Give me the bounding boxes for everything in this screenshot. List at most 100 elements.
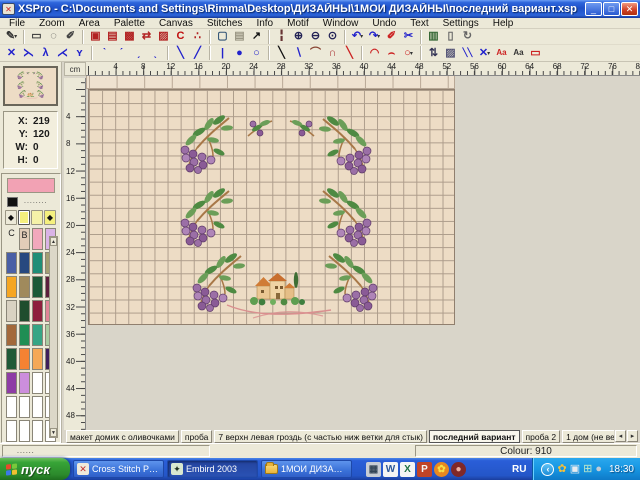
- copy-motif-button[interactable]: ▣: [87, 29, 104, 44]
- palette-swatch[interactable]: [19, 252, 30, 274]
- backstitch-right-button[interactable]: ╱: [189, 46, 206, 61]
- palette-swatch[interactable]: [32, 252, 43, 274]
- current-color-bar[interactable]: [7, 178, 55, 193]
- undo-button[interactable]: ↶▾: [349, 29, 366, 44]
- language-indicator[interactable]: RU: [512, 464, 526, 475]
- edit-pencil-button[interactable]: ✐: [62, 29, 79, 44]
- yellow-marker-pale-button[interactable]: [31, 210, 43, 225]
- icq-tray-icon[interactable]: ✿: [557, 464, 566, 475]
- tab-4[interactable]: последний вариант: [429, 430, 520, 443]
- task-button-1[interactable]: ✕Cross Stitch Pro...: [73, 460, 164, 478]
- palette-swatch[interactable]: [32, 324, 43, 346]
- palette-swatch[interactable]: [19, 372, 30, 394]
- zoom-in-button[interactable]: ⊕: [290, 29, 307, 44]
- palette-swatch[interactable]: [32, 396, 43, 418]
- menu-item-file[interactable]: File: [2, 18, 32, 29]
- rotate-motif-button[interactable]: C: [172, 29, 189, 44]
- full-cross-stitch-button[interactable]: ✕: [3, 46, 20, 61]
- minimize-button[interactable]: _: [585, 2, 602, 16]
- palette-swatch[interactable]: [32, 276, 43, 298]
- tab-2[interactable]: проба: [181, 430, 212, 443]
- text-tool-button[interactable]: Aa: [510, 46, 527, 61]
- black-color-swatch[interactable]: [7, 197, 18, 207]
- start-button[interactable]: пуск: [0, 458, 70, 480]
- export-image-button[interactable]: ▥: [425, 29, 442, 44]
- powerpoint-icon[interactable]: P: [417, 462, 432, 477]
- palette-swatch[interactable]: [32, 372, 43, 394]
- redo-button[interactable]: ↷▾: [366, 29, 383, 44]
- palette-scrollbar[interactable]: ▲ ▼: [49, 236, 58, 438]
- palette-swatch[interactable]: [32, 420, 43, 442]
- tab-5[interactable]: проба 2: [522, 430, 561, 443]
- palette-swatch[interactable]: [6, 348, 17, 370]
- menu-item-stitches[interactable]: Stitches: [200, 18, 250, 29]
- tray-chevron-icon[interactable]: ‹: [541, 463, 554, 476]
- palette-swatch[interactable]: [19, 420, 30, 442]
- palette-swatch[interactable]: [6, 372, 17, 394]
- lay-thread-button[interactable]: ╲╲: [459, 46, 476, 61]
- scatter-stitches-button[interactable]: ∴: [189, 29, 206, 44]
- palette-swatch[interactable]: [6, 300, 17, 322]
- palette-swatch[interactable]: [32, 228, 43, 250]
- zoom-out-button[interactable]: ⊖: [307, 29, 324, 44]
- rect-select-button[interactable]: ▭: [28, 29, 45, 44]
- circle-outline-button[interactable]: ○▾: [400, 46, 417, 61]
- half-stitch-4-button[interactable]: ʏ: [71, 46, 88, 61]
- palette-swatch[interactable]: [19, 396, 30, 418]
- half-stitch-1-button[interactable]: ⋋: [20, 46, 37, 61]
- text-tool-red-button[interactable]: Aa: [493, 46, 510, 61]
- straight-red-button[interactable]: ╲: [341, 46, 358, 61]
- menu-item-settings[interactable]: Settings: [436, 18, 486, 29]
- fabric-pattern-button[interactable]: ▨: [442, 46, 459, 61]
- thick-backstitch-button[interactable]: ╲: [273, 46, 290, 61]
- petite-stitch-1-button[interactable]: ˋ: [96, 46, 113, 61]
- messenger-tray-icon[interactable]: ▣: [570, 464, 580, 475]
- knot-on-yellow-button[interactable]: ◆: [44, 210, 56, 225]
- half-stitch-3-button[interactable]: ⋌: [54, 46, 71, 61]
- menu-item-palette[interactable]: Palette: [107, 18, 152, 29]
- print-button[interactable]: ▤: [231, 29, 248, 44]
- color-pick-button[interactable]: ✐: [383, 29, 400, 44]
- menu-item-zoom[interactable]: Zoom: [32, 18, 72, 29]
- tab-scroll-right-icon[interactable]: ▸: [627, 430, 638, 442]
- mirror-motif-button[interactable]: ▨: [155, 29, 172, 44]
- tab-1[interactable]: макет домик с оливочками: [66, 430, 179, 443]
- word-icon[interactable]: W: [383, 462, 398, 477]
- palette-swatch[interactable]: [6, 396, 17, 418]
- player-icon[interactable]: ●: [451, 462, 466, 477]
- yellow-marker-selected-button[interactable]: [18, 210, 30, 225]
- update-shield-icon[interactable]: ⊞: [583, 464, 592, 475]
- maximize-button[interactable]: □: [603, 2, 620, 16]
- palette-swatch[interactable]: [6, 276, 17, 298]
- palette-swatch[interactable]: [32, 348, 43, 370]
- draw-tool-button[interactable]: ✎▾: [3, 29, 20, 44]
- palette-swatch[interactable]: [32, 300, 43, 322]
- french-knot-button[interactable]: ◆: [5, 210, 17, 225]
- petite-stitch-2-button[interactable]: ˊ: [113, 46, 130, 61]
- tab-3[interactable]: 7 верхн левая гроздь (с частью ниж ветки…: [214, 430, 427, 443]
- menu-item-info[interactable]: Info: [249, 18, 280, 29]
- menu-item-window[interactable]: Window: [316, 18, 366, 29]
- vertical-stitch-button[interactable]: |: [214, 46, 231, 61]
- close-button[interactable]: ✕: [621, 2, 638, 16]
- menu-item-text[interactable]: Text: [403, 18, 435, 29]
- cut-stitches-button[interactable]: ✂: [400, 29, 417, 44]
- task-button-3[interactable]: 1МОИ ДИЗАЙНЫ: [261, 460, 352, 478]
- pointer-button[interactable]: ↗: [248, 29, 265, 44]
- bead-open-button[interactable]: ○: [248, 46, 265, 61]
- bead-filled-button[interactable]: ●: [231, 46, 248, 61]
- palette-swatch[interactable]: [6, 420, 17, 442]
- backstitch-left-button[interactable]: ╲: [172, 46, 189, 61]
- petite-stitch-3-button[interactable]: ˏ: [130, 46, 147, 61]
- palette-scroll-down-icon[interactable]: ▼: [50, 428, 57, 437]
- crop-motif-button[interactable]: ▩: [121, 29, 138, 44]
- zoom-fit-button[interactable]: ⊙: [324, 29, 341, 44]
- palette-scroll-up-icon[interactable]: ▲: [50, 237, 57, 246]
- tab-scroll-left-icon[interactable]: ◂: [615, 430, 626, 442]
- stitch-canvas[interactable]: [88, 89, 455, 325]
- paste-motif-button[interactable]: ▤: [104, 29, 121, 44]
- cross-mode-button[interactable]: ✕▾: [476, 46, 493, 61]
- palette-swatch[interactable]: [19, 324, 30, 346]
- select-area-button[interactable]: ▭: [527, 46, 544, 61]
- media-app-icon[interactable]: ▦: [366, 462, 381, 477]
